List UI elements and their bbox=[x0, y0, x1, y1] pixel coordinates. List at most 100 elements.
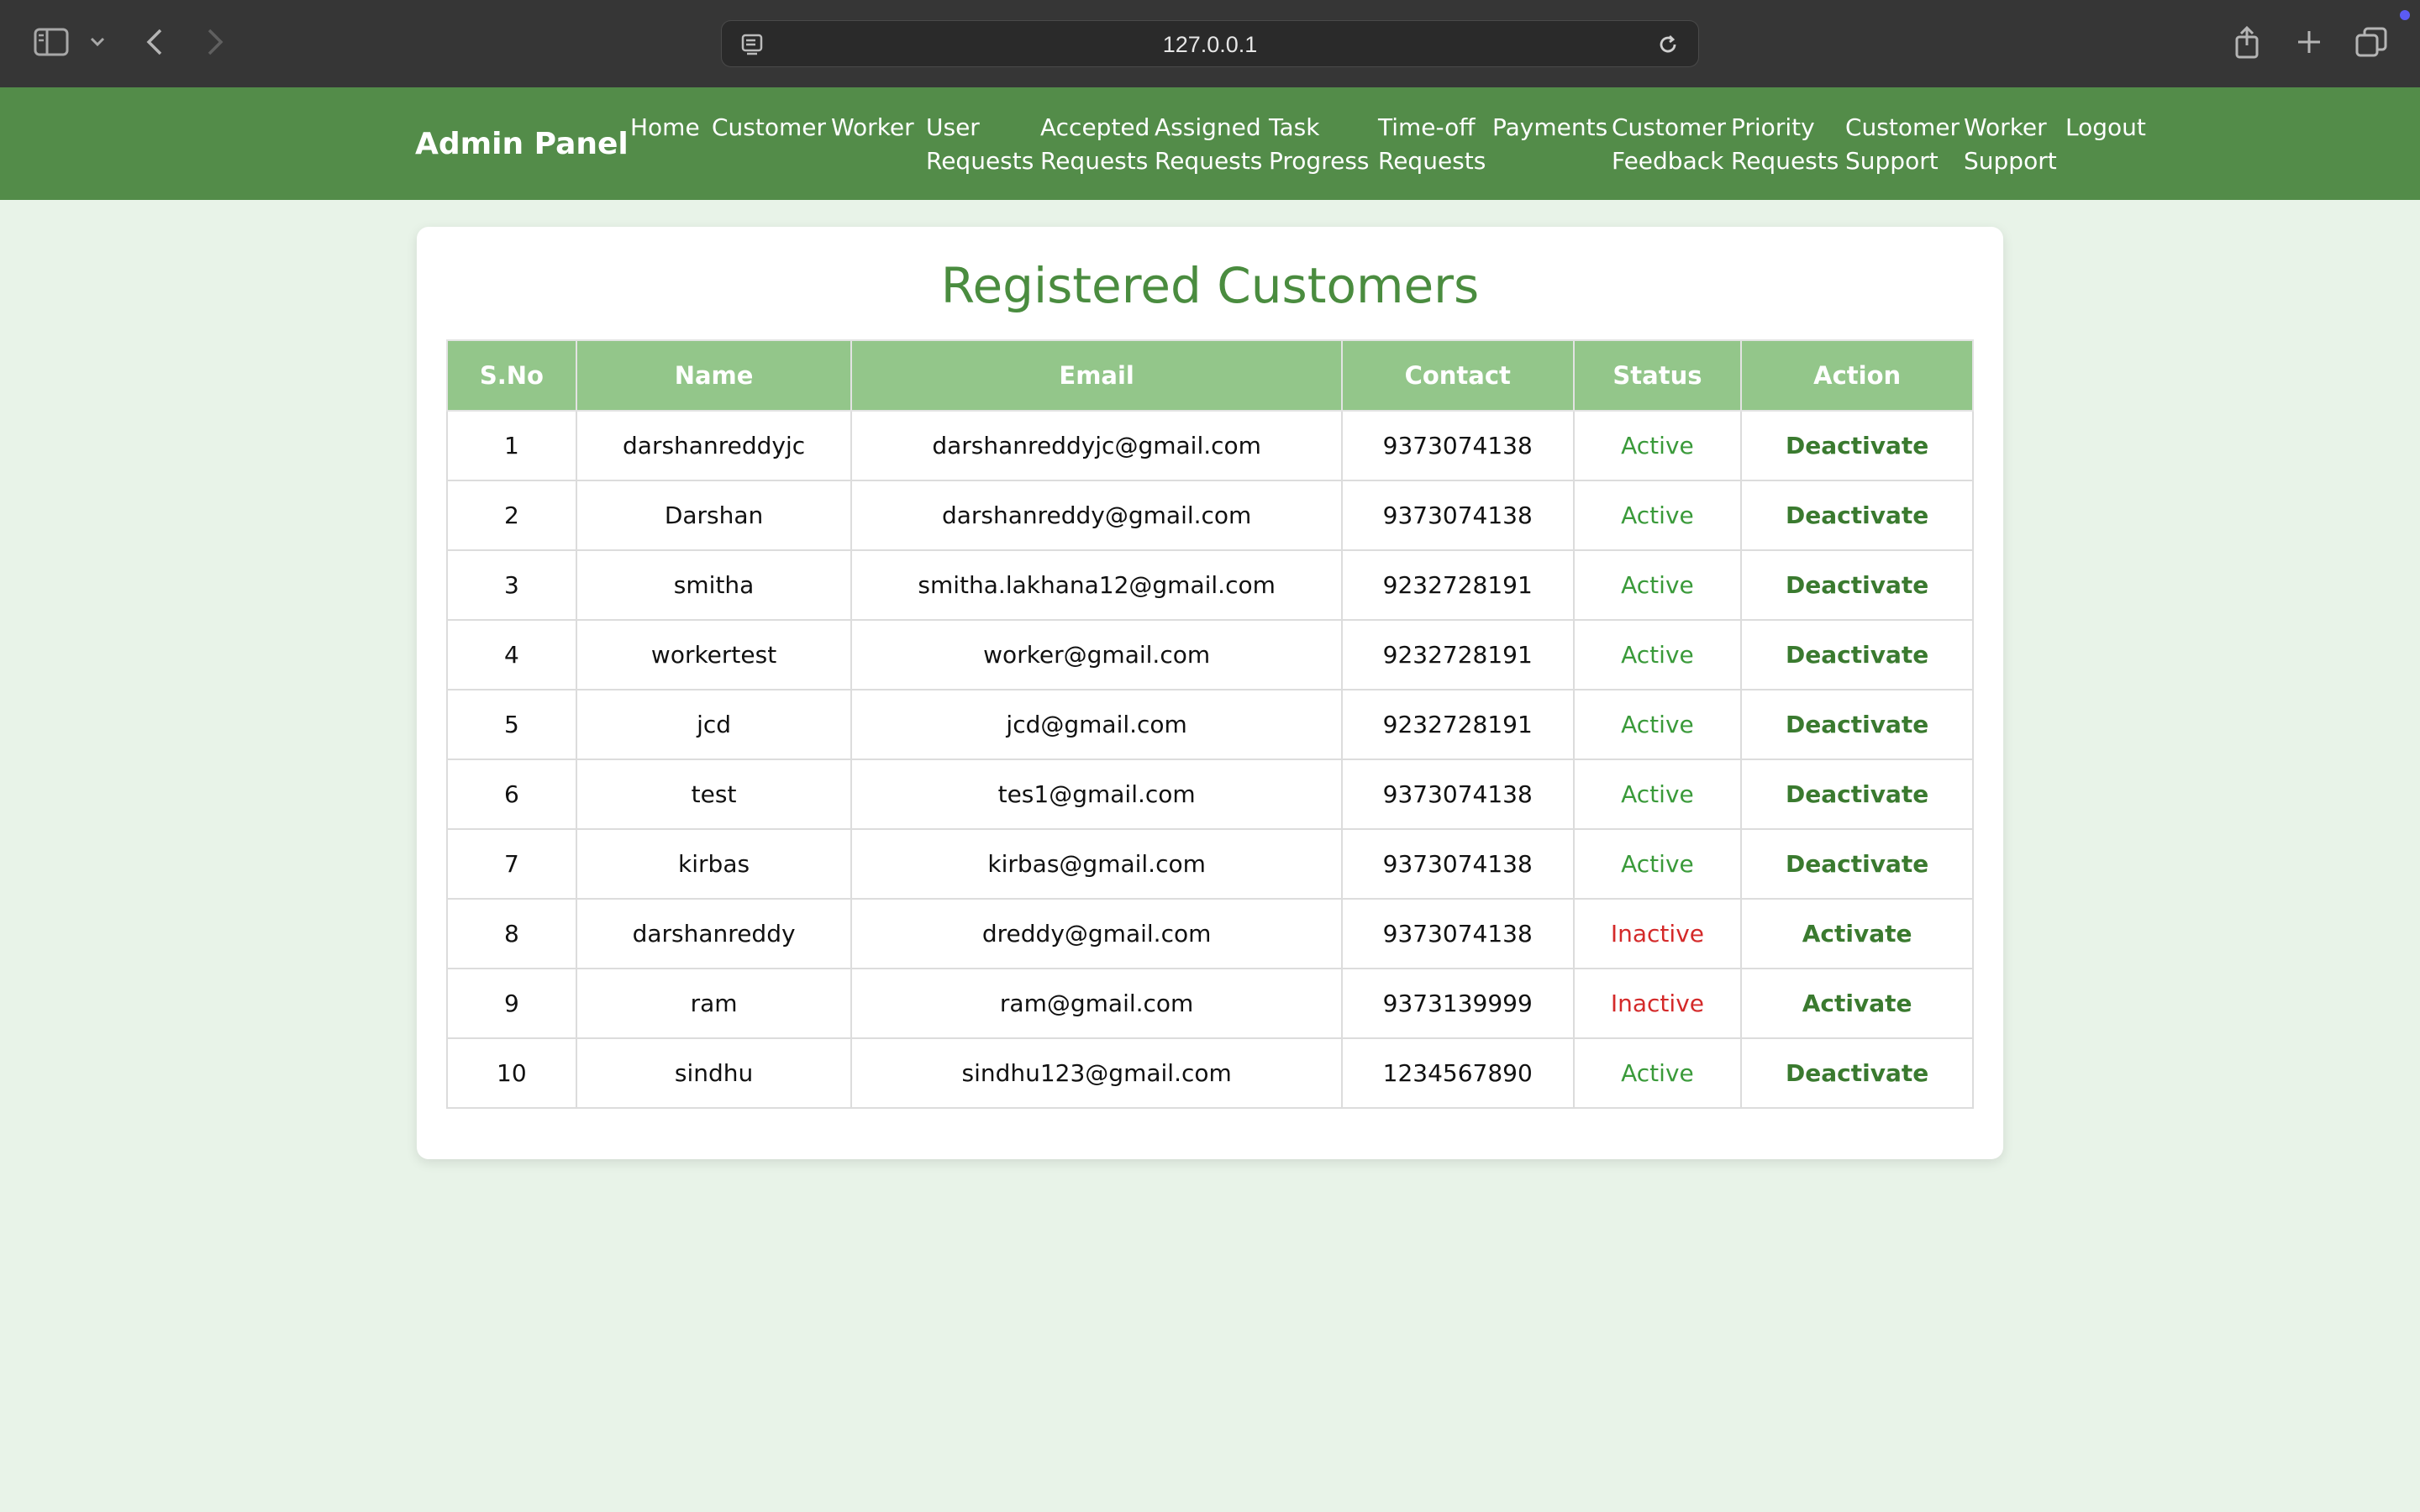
deactivate-button[interactable]: Deactivate bbox=[1740, 689, 1974, 760]
cell-email: darshanreddyjc@gmail.com bbox=[850, 410, 1343, 481]
cell-contact: 9232728191 bbox=[1340, 689, 1575, 760]
cell-sno: 3 bbox=[446, 549, 577, 621]
cell-name: jcd bbox=[575, 689, 853, 760]
cell-name: smitha bbox=[575, 549, 853, 621]
cell-name: ram bbox=[575, 968, 853, 1039]
deactivate-button[interactable]: Deactivate bbox=[1740, 410, 1974, 481]
cell-email: sindhu123@gmail.com bbox=[850, 1037, 1343, 1109]
activate-button[interactable]: Activate bbox=[1740, 968, 1974, 1039]
cell-email: tes1@gmail.com bbox=[850, 759, 1343, 830]
nav-accepted-requests[interactable]: Accepted Requests bbox=[1040, 111, 1150, 178]
cell-email: ram@gmail.com bbox=[850, 968, 1343, 1039]
cell-status: Active bbox=[1572, 689, 1743, 760]
cell-email: kirbas@gmail.com bbox=[850, 828, 1343, 900]
share-icon[interactable] bbox=[2228, 24, 2265, 60]
nav-customer[interactable]: Customer bbox=[712, 111, 826, 144]
url-text: 127.0.0.1 bbox=[1162, 32, 1258, 57]
table-row: 10 sindhu sindhu123@gmail.com 1234567890… bbox=[446, 1037, 1974, 1109]
cell-status: Inactive bbox=[1572, 898, 1743, 969]
cell-sno: 10 bbox=[446, 1037, 577, 1109]
customers-table: S.No Name Email Contact Status Action 1 … bbox=[446, 339, 1974, 1109]
column-header-status: Status bbox=[1572, 339, 1743, 412]
cell-sno: 6 bbox=[446, 759, 577, 830]
cell-email: jcd@gmail.com bbox=[850, 689, 1343, 760]
deactivate-button[interactable]: Deactivate bbox=[1740, 1037, 1974, 1109]
nav-priority-requests[interactable]: Priority Requests bbox=[1731, 111, 1839, 178]
column-header-name: Name bbox=[575, 339, 853, 412]
nav-customer-support[interactable]: Customer Support bbox=[1845, 111, 1960, 178]
table-row: 1 darshanreddyjc darshanreddyjc@gmail.co… bbox=[446, 410, 1974, 481]
nav-time-off-requests[interactable]: Time-off Requests bbox=[1378, 111, 1486, 178]
cell-sno: 4 bbox=[446, 619, 577, 690]
page-title: Registered Customers bbox=[940, 257, 1480, 314]
tabs-overview-icon[interactable] bbox=[2353, 24, 2390, 60]
cell-contact: 9373074138 bbox=[1340, 410, 1575, 481]
deactivate-button[interactable]: Deactivate bbox=[1740, 619, 1974, 690]
cell-name: workertest bbox=[575, 619, 853, 690]
nav-task-progress[interactable]: Task Progress bbox=[1269, 111, 1370, 178]
cell-contact: 9373074138 bbox=[1340, 480, 1575, 551]
column-header-contact: Contact bbox=[1340, 339, 1575, 412]
cell-sno: 1 bbox=[446, 410, 577, 481]
cell-status: Active bbox=[1572, 410, 1743, 481]
customers-card: Registered Customers S.No Name Email Con… bbox=[417, 227, 2003, 1159]
table-header-row: S.No Name Email Contact Status Action bbox=[446, 339, 1974, 412]
forward-arrow-icon[interactable] bbox=[202, 25, 229, 59]
nav-assigned-requests[interactable]: Assigned Requests bbox=[1155, 111, 1262, 178]
nav-home[interactable]: Home bbox=[630, 111, 700, 144]
cell-status: Inactive bbox=[1572, 968, 1743, 1039]
activate-button[interactable]: Activate bbox=[1740, 898, 1974, 969]
plus-icon[interactable] bbox=[2291, 24, 2328, 60]
cell-contact: 9373074138 bbox=[1340, 828, 1575, 900]
nav-worker[interactable]: Worker bbox=[831, 111, 914, 144]
nav-payments[interactable]: Payments bbox=[1492, 111, 1607, 144]
column-header-sno: S.No bbox=[446, 339, 577, 412]
cell-name: kirbas bbox=[575, 828, 853, 900]
deactivate-button[interactable]: Deactivate bbox=[1740, 759, 1974, 830]
cell-sno: 9 bbox=[446, 968, 577, 1039]
cell-sno: 5 bbox=[446, 689, 577, 760]
notification-dot bbox=[2400, 10, 2410, 20]
cell-contact: 9373074138 bbox=[1340, 898, 1575, 969]
cell-sno: 7 bbox=[446, 828, 577, 900]
cell-status: Active bbox=[1572, 1037, 1743, 1109]
table-row: 9 ram ram@gmail.com 9373139999 Inactive … bbox=[446, 968, 1974, 1039]
cell-status: Active bbox=[1572, 480, 1743, 551]
chevron-down-icon[interactable] bbox=[87, 30, 108, 54]
nav-logout[interactable]: Logout bbox=[2065, 111, 2146, 144]
table-row: 6 test tes1@gmail.com 9373074138 Active … bbox=[446, 759, 1974, 830]
reload-icon[interactable] bbox=[1656, 33, 1680, 56]
cell-contact: 9373139999 bbox=[1340, 968, 1575, 1039]
table-row: 4 workertest worker@gmail.com 9232728191… bbox=[446, 619, 1974, 690]
address-bar[interactable]: 127.0.0.1 bbox=[721, 20, 1699, 67]
cell-status: Active bbox=[1572, 549, 1743, 621]
cell-status: Active bbox=[1572, 759, 1743, 830]
nav-user-requests[interactable]: User Requests bbox=[926, 111, 1034, 178]
cell-contact: 9232728191 bbox=[1340, 549, 1575, 621]
nav-customer-feedback[interactable]: Customer Feedback bbox=[1612, 111, 1726, 178]
cell-sno: 8 bbox=[446, 898, 577, 969]
admin-navbar: Admin Panel Home Customer Worker User Re… bbox=[0, 87, 2420, 200]
sidebar-toggle-icon[interactable] bbox=[34, 27, 69, 57]
cell-name: sindhu bbox=[575, 1037, 853, 1109]
cell-name: darshanreddy bbox=[575, 898, 853, 969]
cell-contact: 9232728191 bbox=[1340, 619, 1575, 690]
deactivate-button[interactable]: Deactivate bbox=[1740, 549, 1974, 621]
table-row: 3 smitha smitha.lakhana12@gmail.com 9232… bbox=[446, 549, 1974, 621]
deactivate-button[interactable]: Deactivate bbox=[1740, 480, 1974, 551]
cell-email: smitha.lakhana12@gmail.com bbox=[850, 549, 1343, 621]
cell-name: darshanreddyjc bbox=[575, 410, 853, 481]
cell-email: worker@gmail.com bbox=[850, 619, 1343, 690]
cell-status: Active bbox=[1572, 619, 1743, 690]
column-header-action: Action bbox=[1740, 339, 1974, 412]
cell-name: test bbox=[575, 759, 853, 830]
cell-name: Darshan bbox=[575, 480, 853, 551]
table-row: 2 Darshan darshanreddy@gmail.com 9373074… bbox=[446, 480, 1974, 551]
back-arrow-icon[interactable] bbox=[141, 25, 168, 59]
brand-title[interactable]: Admin Panel bbox=[415, 127, 629, 161]
nav-worker-support[interactable]: Worker Support bbox=[1964, 111, 2057, 178]
cell-contact: 1234567890 bbox=[1340, 1037, 1575, 1109]
cell-contact: 9373074138 bbox=[1340, 759, 1575, 830]
deactivate-button[interactable]: Deactivate bbox=[1740, 828, 1974, 900]
table-row: 8 darshanreddy dreddy@gmail.com 93730741… bbox=[446, 898, 1974, 969]
